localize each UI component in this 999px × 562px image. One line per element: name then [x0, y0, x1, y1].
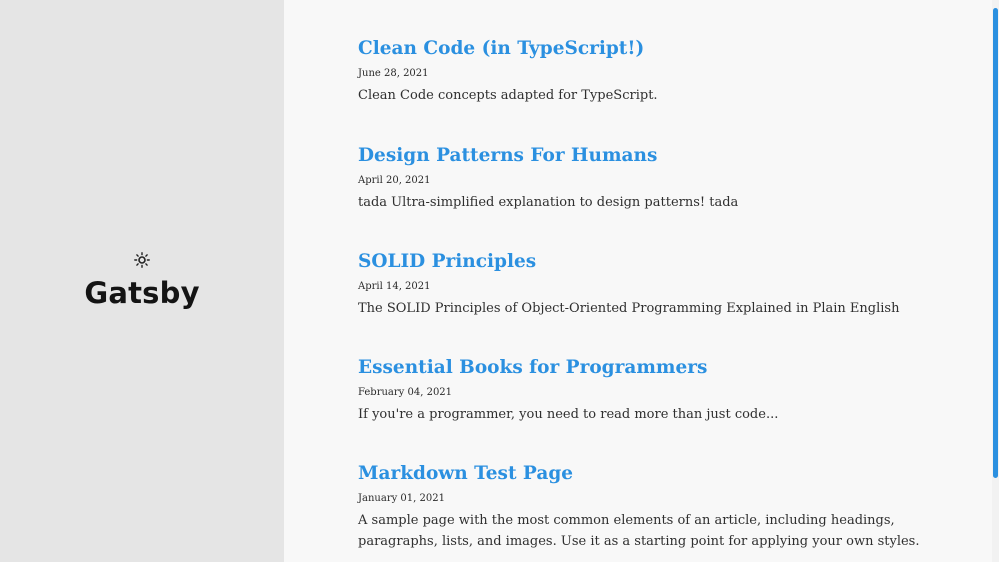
post-date: February 04, 2021 [358, 387, 453, 398]
post-date: January 01, 2021 [358, 493, 445, 504]
post-description: If you're a programmer, you need to read… [358, 407, 779, 422]
post-description: tada Ultra-simplified explanation to des… [358, 195, 739, 210]
post-list: Clean Code (in TypeScript!) June 28, 202… [284, 0, 992, 562]
scrollbar-thumb[interactable] [993, 8, 998, 478]
post-description: A sample page with the most common eleme… [358, 513, 920, 549]
post-title-link[interactable]: Clean Code (in TypeScript!) [358, 37, 948, 61]
post-title-link[interactable]: Markdown Test Page [358, 462, 948, 486]
post-item: Essential Books for Programmers February… [358, 356, 948, 425]
sidebar: Gatsby [0, 0, 284, 562]
post-item: SOLID Principles April 14, 2021 The SOLI… [358, 250, 948, 319]
post-item: Markdown Test Page January 01, 2021 A sa… [358, 462, 948, 552]
post-item: Design Patterns For Humans April 20, 202… [358, 144, 948, 213]
post-date: April 14, 2021 [358, 281, 431, 292]
post-date: April 20, 2021 [358, 175, 431, 186]
post-description: The SOLID Principles of Object-Oriented … [358, 301, 900, 316]
post-description: Clean Code concepts adapted for TypeScri… [358, 88, 658, 103]
site-title[interactable]: Gatsby [0, 273, 284, 313]
sun-icon [134, 252, 150, 268]
scrollbar-track[interactable] [992, 0, 999, 562]
post-title-link[interactable]: Design Patterns For Humans [358, 144, 948, 168]
post-title-link[interactable]: SOLID Principles [358, 250, 948, 274]
post-item: Clean Code (in TypeScript!) June 28, 202… [358, 37, 948, 106]
post-title-link[interactable]: Essential Books for Programmers [358, 356, 948, 380]
post-date: June 28, 2021 [358, 68, 429, 79]
theme-toggle-button[interactable] [131, 249, 153, 271]
